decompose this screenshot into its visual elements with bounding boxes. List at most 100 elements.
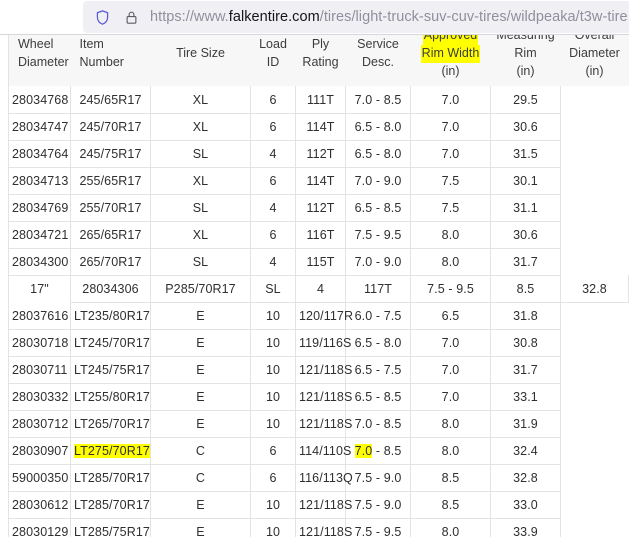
table-scroll-region[interactable]: Wheel Diameter Item Number Tire Size Load ID Pl… (0, 35, 629, 537)
cell-overall-diameter: 31.5 (490, 140, 561, 168)
cell-load-id: SL (150, 248, 251, 276)
cell-item-number: 28034764 (8, 140, 71, 168)
cell-approved-rim-width: 6.5 - 8.0 (345, 113, 411, 141)
cell-overall-diameter: 33.9 (490, 518, 561, 537)
cell-overall-diameter: 31.7 (490, 248, 561, 276)
cell-overall-diameter: 30.8 (490, 329, 561, 357)
table-body: 28034768 245/65R17 XL 6 111T 7.0 - 8.5 7.0 29.5… (8, 86, 629, 537)
cell-load-id: E (150, 356, 251, 384)
cell-item-number: 28030711 (8, 356, 71, 384)
cell-measuring-rim: 8.5 (410, 464, 491, 492)
header-line: Overall (574, 35, 615, 42)
cell-ply-rating: 10 (250, 356, 296, 384)
cell-item-number: 28034768 (8, 86, 71, 114)
cell-measuring-rim: 8.5 (410, 491, 491, 519)
cell-item-number: 28030612 (8, 491, 71, 519)
cell-load-id: E (150, 491, 251, 519)
cell-service-desc: 116/113Q (295, 464, 353, 492)
cell-load-id: SL (250, 275, 296, 303)
cell-measuring-rim: 8.0 (410, 221, 491, 249)
header-line: Diameter (18, 54, 69, 69)
header-line: Load (259, 36, 287, 51)
column-header-measuring-rim: Measuring Rim (in) (490, 35, 561, 87)
cell-approved-rim-width: 6.5 - 8.5 (345, 194, 411, 222)
cell-approved-rim-width: 6.5 - 7.5 (345, 356, 411, 384)
column-header-item-number: Item Number (70, 35, 151, 87)
header-line: Rating (302, 54, 339, 69)
header-row: Wheel Diameter Item Number Tire Size Load ID Pl… (8, 35, 629, 87)
cell-load-id: SL (150, 194, 251, 222)
cell-overall-diameter: 32.4 (490, 437, 561, 465)
cell-tire-size: 245/70R17 (70, 113, 151, 141)
cell-measuring-rim: 7.0 (410, 113, 491, 141)
cell-service-desc: 111T (295, 86, 346, 114)
tire-spec-table: Wheel Diameter Item Number Tire Size Load ID Pl… (8, 35, 629, 537)
cell-service-desc: 112T (295, 140, 346, 168)
cell-service-desc: 112T (295, 194, 346, 222)
cell-tire-size: LT245/75R17 (70, 356, 151, 384)
cell-load-id: XL (150, 86, 251, 114)
cell-service-desc: 114/110S (295, 437, 351, 465)
table-row: 28034768 245/65R17 XL 6 111T 7.0 - 8.5 7.0 29.5 (8, 86, 629, 114)
header-line: Rim (514, 45, 537, 60)
cell-service-desc: 121/118S (295, 518, 352, 537)
address-bar[interactable]: https://www.falkentire.com/tires/light-t… (83, 1, 629, 33)
table-row: 28034769 255/70R17 SL 4 112T 6.5 - 8.5 7.5 31.1 (8, 194, 629, 222)
url-text[interactable]: https://www.falkentire.com/tires/light-t… (150, 9, 628, 25)
cell-tire-size: 245/75R17 (70, 140, 151, 168)
cell-item-number: 28034769 (8, 194, 71, 222)
cell-ply-rating: 6 (250, 437, 296, 465)
cell-item-number: 28034747 (8, 113, 71, 141)
cell-tire-size: LT235/80R17 (70, 302, 151, 330)
cell-overall-diameter: 32.8 (490, 464, 561, 492)
cell-overall-diameter: 29.5 (490, 86, 561, 114)
highlight-mark: Approved (422, 35, 479, 45)
header-line: Tire Size (176, 45, 225, 60)
cell-approved-rim-width: 7.0 - 8.5 (345, 437, 411, 465)
shield-icon[interactable] (92, 7, 112, 27)
url-path: /tires/light-truck-suv-cuv-tires/wildpea… (319, 9, 628, 25)
page-content: Wheel Diameter Item Number Tire Size Load ID Pl… (0, 35, 629, 537)
cell-service-desc: 116T (295, 221, 346, 249)
cell-service-desc: 121/118S (295, 410, 352, 438)
cell-measuring-rim: 8.0 (410, 248, 491, 276)
cell-overall-diameter: 33.0 (490, 491, 561, 519)
padlock-icon[interactable] (121, 7, 141, 27)
cell-item-number: 28034306 (70, 275, 151, 303)
cell-measuring-rim: 6.5 (410, 302, 491, 330)
table-row: 28030332 LT255/80R17 E 10 121/118S 6.5 - 8.5 7… (8, 383, 629, 411)
cell-ply-rating: 6 (250, 86, 296, 114)
cell-measuring-rim: 8.0 (410, 410, 491, 438)
table-row: 28034764 245/75R17 SL 4 112T 6.5 - 8.0 7.0 31.5 (8, 140, 629, 168)
cell-measuring-rim: 7.0 (410, 356, 491, 384)
cell-item-number: 28037616 (8, 302, 71, 330)
cell-overall-diameter: 30.6 (490, 221, 561, 249)
cell-measuring-rim: 7.0 (410, 86, 491, 114)
cell-service-desc: 121/118S (295, 491, 352, 519)
cell-measuring-rim: 7.0 (410, 329, 491, 357)
cell-service-desc: 121/118S (295, 356, 352, 384)
cell-service-desc: 121/118S (295, 383, 352, 411)
column-header-tire-size: Tire Size (150, 35, 251, 87)
cell-item-number: 59000350 (8, 464, 71, 492)
browser-toolbar: https://www.falkentire.com/tires/light-t… (0, 0, 629, 34)
cell-item-number: 28030332 (8, 383, 71, 411)
header-line: Diameter (569, 45, 620, 60)
cell-service-desc: 117T (345, 275, 411, 303)
cell-load-id: C (150, 464, 251, 492)
cell-approved-rim-width: 7.5 - 9.0 (345, 464, 411, 492)
table-row: 28030612 LT285/70R17 E 10 121/118S 7.5 - 9.0 8… (8, 491, 629, 519)
cell-item-number: 28034713 (8, 167, 71, 195)
cell-ply-rating: 10 (250, 302, 296, 330)
cell-tire-size: LT265/70R17 (70, 410, 151, 438)
header-line: Rim Width (415, 44, 487, 63)
cell-item-number: 28034300 (8, 248, 71, 276)
cell-tire-size: LT285/70R17 (70, 464, 151, 492)
cell-approved-rim-width: 6.0 - 7.5 (345, 302, 411, 330)
cell-tire-size: LT285/75R17 (70, 518, 151, 537)
cell-item-number: 28030712 (8, 410, 71, 438)
cell-item-number: 28030129 (8, 518, 71, 537)
cell-approved-rim-width: 7.5 - 9.5 (345, 518, 411, 537)
cell-tire-size: LT245/70R17 (70, 329, 151, 357)
cell-service-desc: 119/116S (295, 329, 351, 357)
